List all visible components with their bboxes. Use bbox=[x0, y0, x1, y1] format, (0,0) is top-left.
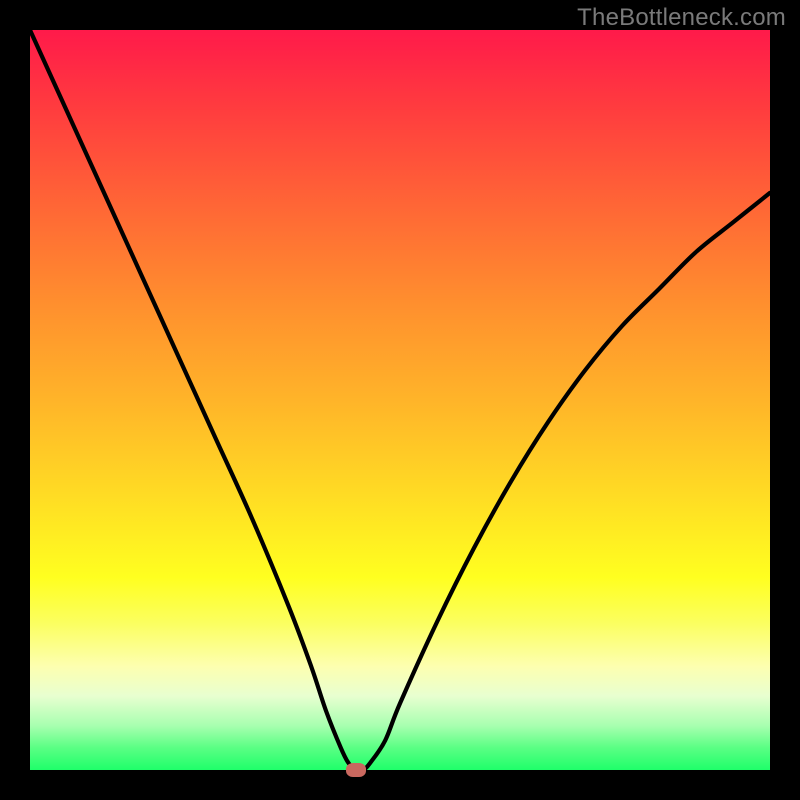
bottleneck-curve bbox=[30, 30, 770, 770]
chart-frame: TheBottleneck.com bbox=[0, 0, 800, 800]
optimum-marker bbox=[346, 763, 366, 777]
curve-svg bbox=[30, 30, 770, 770]
watermark-text: TheBottleneck.com bbox=[577, 4, 786, 32]
plot-area bbox=[30, 30, 770, 770]
